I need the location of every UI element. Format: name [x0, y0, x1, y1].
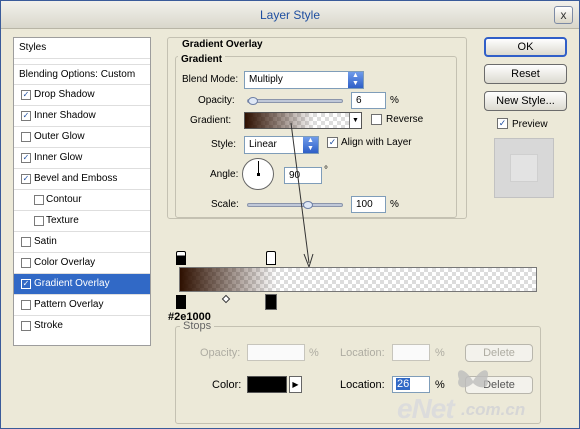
- stop-color-swatch[interactable]: [247, 376, 287, 393]
- delete-opacity-stop-button[interactable]: Delete: [465, 344, 533, 362]
- stop-color-location-input[interactable]: 26: [392, 376, 430, 393]
- layer-style-dialog: Layer Style x Styles Blending Options: C…: [0, 0, 580, 429]
- gradient-bar[interactable]: [179, 267, 537, 292]
- opacity-stop-left[interactable]: [176, 251, 186, 265]
- color-stop-selected[interactable]: [265, 294, 278, 310]
- watermark-logo: eNet: [397, 393, 455, 424]
- opacity-stop-right[interactable]: [266, 251, 277, 265]
- color-stop-left[interactable]: [176, 295, 186, 309]
- color-menu-arrow-icon[interactable]: ▶: [289, 376, 302, 393]
- stop-opacity-location-input[interactable]: [392, 344, 430, 361]
- stop-color-label: Color:: [212, 379, 242, 391]
- stop-opacity-input[interactable]: [247, 344, 305, 361]
- stop-opacity-label: Opacity:: [200, 347, 241, 359]
- stop-opacity-location-label: Location:: [340, 347, 385, 359]
- stop-color-location-label: Location:: [340, 379, 385, 391]
- butterfly-logo-icon: [457, 370, 489, 388]
- location-value-selected: 26: [396, 378, 411, 390]
- stop-opacity-unit: %: [309, 347, 319, 359]
- stop-color-location-unit: %: [435, 379, 445, 391]
- stop-opacity-location-unit: %: [435, 347, 445, 359]
- watermark-domain: .com.cn: [461, 400, 526, 419]
- stops-title: Stops: [180, 320, 215, 332]
